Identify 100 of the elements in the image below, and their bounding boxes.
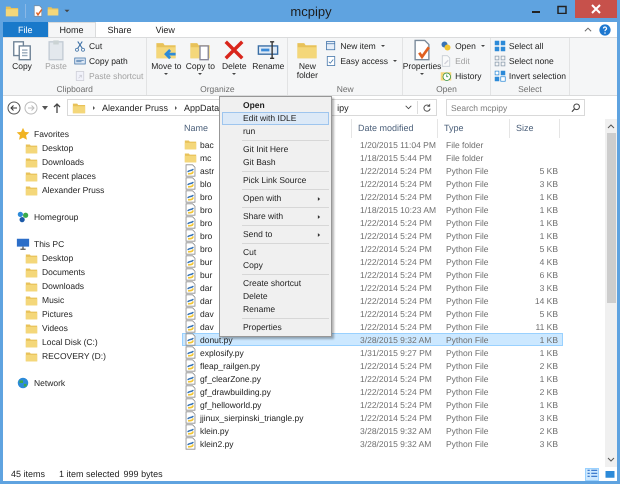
sidebar-item[interactable]: Desktop [3,251,178,265]
ribbon-button[interactable]: Cut [74,39,144,52]
ribbon-tab[interactable]: File [3,22,48,37]
ribbon-button[interactable]: Copy to [184,39,216,78]
ribbon-button[interactable]: New item [325,39,400,52]
ribbon-tab[interactable]: Share [96,22,144,37]
recent-locations-button[interactable] [41,104,49,112]
ribbon-button[interactable]: History [440,69,487,82]
sidebar-item[interactable]: Pictures [3,307,178,321]
file-name[interactable]: fleap_railgen.py [200,360,260,370]
file-name[interactable]: bro [200,230,212,240]
menu-item[interactable]: Rename [222,303,329,316]
file-name[interactable]: bro [200,204,212,214]
type-cell-text: Python File [445,360,490,370]
ribbon-button[interactable]: Select all [494,39,566,52]
sidebar-item[interactable]: Downloads [3,279,178,293]
ribbon-button[interactable]: Properties [406,39,438,78]
breadcrumb[interactable]: Alexander Pruss [102,102,168,112]
file-name[interactable]: bur [200,270,212,280]
ribbon-button[interactable]: Copy [6,39,38,71]
file-name[interactable]: dar [200,296,212,306]
close-button[interactable] [575,0,617,18]
menu-item[interactable]: Send to [222,228,329,241]
file-name[interactable]: bac [200,140,214,150]
file-name[interactable]: donut.py [200,334,233,344]
date-cell-text: 1/22/2014 5:24 PM [359,296,433,306]
column-header[interactable]: Size [510,119,560,138]
type-cell-text: Python File [445,270,490,280]
view-button[interactable] [585,468,599,480]
menu-item[interactable]: Open [222,99,329,112]
column-header[interactable]: Type [438,119,510,138]
file-name[interactable]: bro [200,192,212,202]
python-file-icon [184,294,197,307]
file-name[interactable]: gf_drawbuilding.py [200,386,271,396]
file-name[interactable]: bur [200,256,212,266]
size-cell: 11 KB [535,322,558,332]
sidebar-item[interactable]: Favorites [3,127,178,141]
sidebar-item[interactable]: Downloads [3,155,178,169]
sidebar-item[interactable]: This PC [3,237,178,251]
sidebar-item[interactable]: RECOVERY (D:) [3,349,178,363]
sidebar-item[interactable]: Music [3,293,178,307]
file-name[interactable]: jjinux_sierpinski_triangle.py [200,412,304,422]
ribbon-button[interactable]: Rename [252,39,284,71]
ribbon-tab[interactable]: View [144,22,187,37]
sidebar-item[interactable]: Desktop [3,141,178,155]
menu-item[interactable]: Edit with IDLE [222,112,329,125]
file-name[interactable]: gf_helloworld.py [200,400,262,410]
file-name[interactable]: blo [200,178,212,188]
ribbon-button[interactable]: Easy access [325,54,400,67]
menu-item[interactable]: Pick Link Source [222,174,329,187]
menu-item[interactable]: Share with [222,210,329,223]
sidebar-item[interactable]: Homegroup [3,210,178,224]
menu-item[interactable]: Create shortcut [222,277,329,290]
menu-item[interactable]: Git Bash [222,156,329,169]
menu-item[interactable]: Delete [222,290,329,303]
breadcrumb[interactable]: ipy [337,102,349,112]
search-field[interactable]: Search mcpipy [446,99,585,116]
ribbon-button[interactable]: Select none [494,54,566,67]
file-name[interactable]: bro [200,244,212,254]
file-name[interactable]: astr [200,166,214,176]
scroll-down-icon[interactable] [607,457,615,463]
file-name[interactable]: klein2.py [200,438,234,448]
file-name[interactable]: dav [200,308,214,318]
scroll-up-icon[interactable] [607,123,615,129]
column-header[interactable]: Date modified [352,119,438,138]
ribbon-button[interactable]: Invert selection [494,69,566,82]
sidebar-item[interactable]: Documents [3,265,178,279]
file-name[interactable]: bro [200,218,212,228]
menu-item[interactable]: Git Init Here [222,143,329,156]
breadcrumb[interactable]: AppData [184,102,220,112]
scrollbar[interactable] [605,119,617,467]
sidebar-item[interactable]: Videos [3,321,178,335]
up-button[interactable] [52,102,62,114]
file-name[interactable]: dav [200,322,214,332]
file-name[interactable]: mc [200,152,212,162]
ribbon-button[interactable]: Move to [150,39,182,78]
menu-item[interactable]: Properties [222,321,329,334]
sidebar-item[interactable]: Local Disk (C:) [3,335,178,349]
file-name[interactable]: klein.py [200,426,229,436]
menu-item[interactable]: run [222,125,329,138]
ribbon-button[interactable]: Copy path [74,54,144,67]
file-name[interactable]: explosify.py [200,348,244,358]
type-cell-text: File folder [445,140,484,150]
size-cell: 1 KB [540,348,558,358]
ribbon-button[interactable]: Delete [218,39,250,78]
menu-item[interactable]: Copy [222,259,329,272]
sidebar-item[interactable]: Network [3,376,178,390]
ribbon-button[interactable]: Open [440,39,487,52]
sidebar-item[interactable]: Recent places [3,169,178,183]
menu-item[interactable]: Open with [222,192,329,205]
file-name[interactable]: gf_clearZone.py [200,374,261,384]
file-row[interactable]: donut.py 3/28/2015 9:32 AM Python File 1 KB [182,333,563,346]
ribbon-button[interactable]: New folder [291,39,324,80]
folder-icon [184,151,197,164]
file-name[interactable]: dar [200,282,212,292]
text-box-icon [257,39,280,61]
sidebar-item[interactable]: Alexander Pruss [3,183,178,197]
back-button[interactable] [7,100,21,114]
ribbon-tab[interactable]: Home [48,22,96,37]
menu-item[interactable]: Cut [222,246,329,259]
